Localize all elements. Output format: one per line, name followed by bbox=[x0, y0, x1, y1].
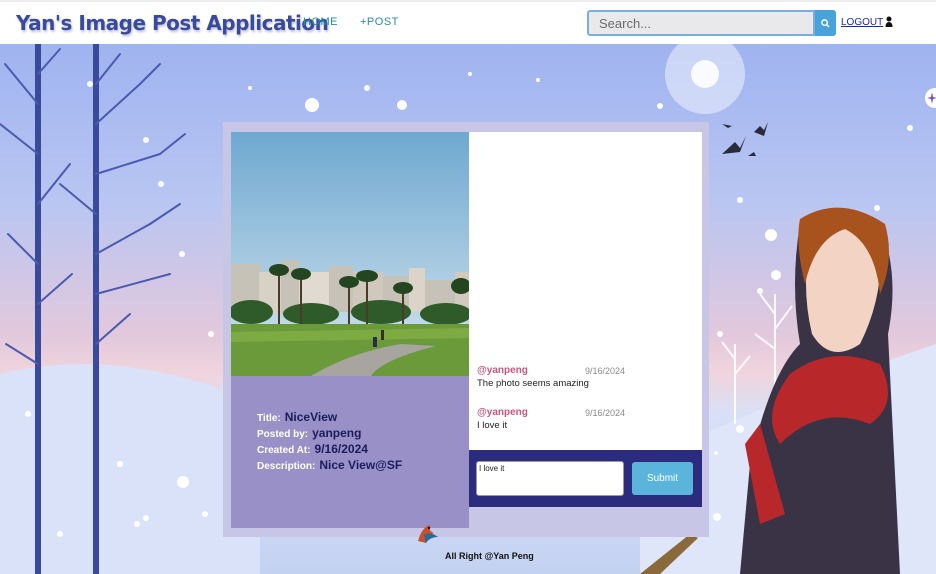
sparkle-icon bbox=[927, 92, 936, 104]
comments-list[interactable]: @yanpeng 9/16/2024 The photo seems amazi… bbox=[469, 132, 702, 450]
post-title-row: Title: NiceView bbox=[257, 410, 337, 424]
post-image bbox=[231, 132, 469, 376]
park-photo bbox=[231, 132, 469, 376]
post-author: yanpeng bbox=[312, 426, 362, 440]
submit-comment-button[interactable]: Submit bbox=[632, 462, 693, 495]
post-description: Nice View@SF bbox=[319, 458, 403, 472]
user-icon[interactable] bbox=[885, 16, 893, 27]
comment-user[interactable]: @yanpeng bbox=[477, 365, 528, 376]
footer-copyright: All Right @Yan Peng bbox=[445, 551, 534, 561]
post-created-at: 9/16/2024 bbox=[314, 442, 368, 456]
post-created-label: Created At: bbox=[257, 445, 311, 456]
post-title: NiceView bbox=[284, 410, 338, 424]
logout-link[interactable]: LOGOUT bbox=[841, 17, 883, 28]
post-created-row: Created At: 9/16/2024 bbox=[257, 442, 368, 456]
comment-compose: Submit bbox=[469, 450, 702, 507]
bird-logo-icon bbox=[418, 525, 438, 543]
post-author-label: Posted by: bbox=[257, 429, 309, 440]
search-input[interactable] bbox=[587, 10, 815, 36]
side-tab[interactable] bbox=[925, 88, 936, 108]
comment-text: I love it bbox=[477, 420, 508, 431]
comment-date: 9/16/2024 bbox=[585, 408, 626, 418]
app-brand[interactable]: Yan's Image Post Application bbox=[16, 11, 329, 35]
nav-home-link[interactable]: HOME bbox=[303, 16, 338, 28]
search-bar bbox=[587, 10, 836, 36]
post-title-label: Title: bbox=[257, 413, 281, 424]
post-author-row: Posted by: yanpeng bbox=[257, 426, 361, 440]
top-navbar: Yan's Image Post Application HOME +POST … bbox=[0, 0, 936, 44]
nav-post-link[interactable]: +POST bbox=[360, 16, 399, 28]
post-description-label: Description: bbox=[257, 461, 316, 472]
search-icon bbox=[821, 18, 830, 28]
search-button[interactable] bbox=[815, 10, 836, 36]
comment-date: 9/16/2024 bbox=[585, 366, 626, 376]
comment-input[interactable] bbox=[476, 461, 624, 496]
post-description-row: Description: Nice View@SF bbox=[257, 458, 402, 472]
post-info-panel: Title: NiceView Posted by: yanpeng Created… bbox=[231, 376, 469, 528]
comment-user[interactable]: @yanpeng bbox=[477, 407, 528, 418]
comment-text: The photo seems amazing bbox=[477, 378, 589, 389]
